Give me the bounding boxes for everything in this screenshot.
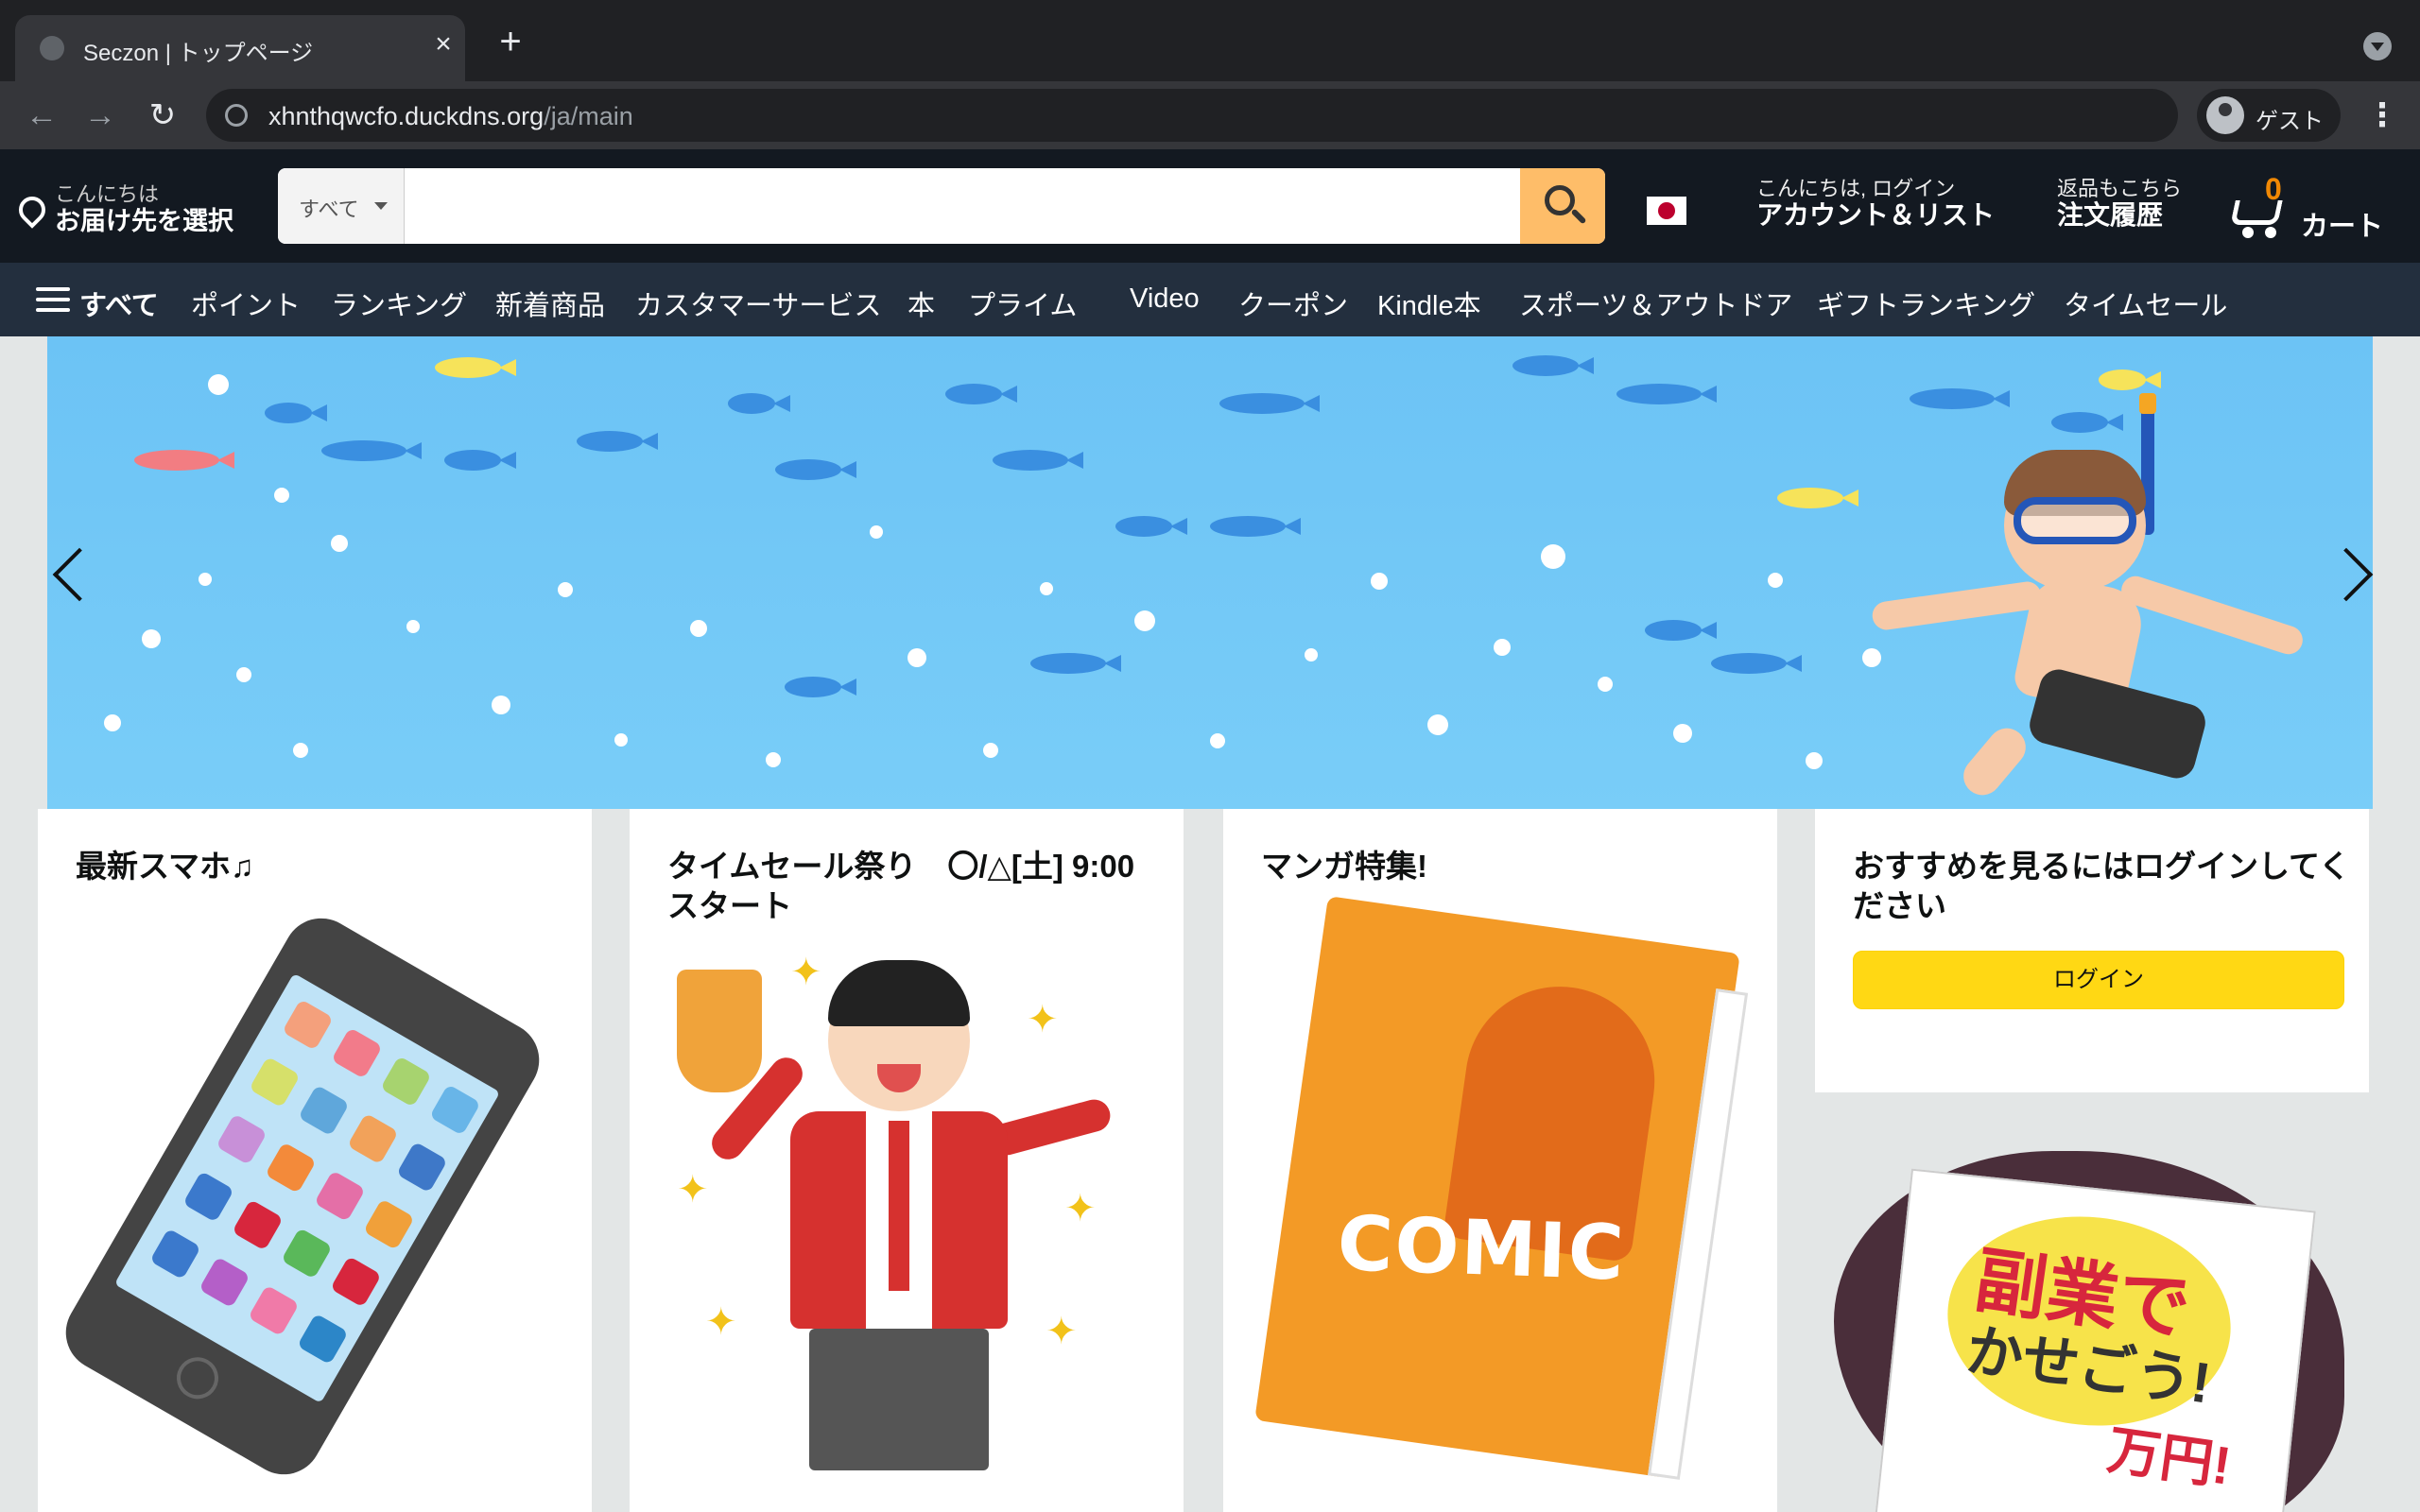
carousel-prev-button[interactable] bbox=[47, 531, 89, 616]
search-bar: すべて bbox=[278, 168, 1605, 244]
search-category-select[interactable]: すべて bbox=[278, 168, 405, 244]
nav-item-prime[interactable]: プライム bbox=[968, 284, 1077, 323]
star-icon: ✦ bbox=[790, 952, 822, 993]
nav-item-coupon[interactable]: クーポン bbox=[1238, 284, 1348, 323]
nav-item-kindle[interactable]: Kindle本 bbox=[1377, 284, 1481, 323]
account-menu[interactable]: こんにちは, ログイン アカウント＆リスト bbox=[1756, 178, 1995, 231]
cart-icon bbox=[2230, 200, 2283, 225]
language-flag-icon[interactable] bbox=[1647, 197, 1686, 225]
browser-toolbar: ← → ↻ xhnthqwcfo.duckdns.org/ja/main ゲスト… bbox=[0, 81, 2420, 149]
smartphone-image[interactable] bbox=[52, 904, 553, 1488]
card-title: おすすめを見るにはログインしてください bbox=[1853, 849, 2351, 923]
profile-button[interactable]: ゲスト bbox=[2197, 89, 2341, 142]
cart-label: カート bbox=[2301, 212, 2384, 242]
diver-illustration bbox=[1834, 393, 2363, 803]
search-input[interactable] bbox=[405, 168, 1514, 244]
card-manga[interactable]: マンガ特集! COMIC bbox=[1223, 809, 1777, 1512]
nav-item-books[interactable]: 本 bbox=[908, 284, 935, 323]
trophy-icon bbox=[677, 970, 762, 1092]
search-icon bbox=[1545, 185, 1575, 215]
site-header: こんにちは お届け先を選択 すべて こんにちは, ログイン アカウント＆リスト … bbox=[0, 149, 2420, 263]
browser-tab[interactable]: Seczon | トップページ × bbox=[15, 15, 465, 81]
star-icon: ✦ bbox=[677, 1169, 709, 1211]
kebab-icon[interactable]: ⋮ bbox=[2363, 96, 2401, 134]
returns-label: 返品もこちら bbox=[2057, 177, 2183, 200]
star-icon: ✦ bbox=[1046, 1311, 1078, 1352]
star-icon: ✦ bbox=[1064, 1188, 1097, 1229]
profile-label: ゲスト bbox=[2256, 109, 2324, 134]
browser-tab-bar: Seczon | トップページ × + bbox=[0, 0, 2420, 81]
account-greeting: こんにちは, ログイン bbox=[1756, 177, 1956, 200]
star-icon: ✦ bbox=[1027, 999, 1059, 1040]
nav-item-customer-service[interactable]: カスタマーサービス bbox=[635, 284, 881, 323]
login-button[interactable]: ログイン bbox=[1853, 951, 2344, 1009]
star-icon: ✦ bbox=[705, 1301, 737, 1343]
nav-item-gift-ranking[interactable]: ギフトランキング bbox=[1817, 284, 2035, 323]
search-button[interactable] bbox=[1520, 168, 1605, 244]
orders-label: 注文履歴 bbox=[2057, 200, 2164, 230]
close-icon[interactable]: × bbox=[427, 28, 459, 60]
back-icon[interactable]: ← bbox=[21, 94, 62, 136]
nav-item-video[interactable]: Video bbox=[1130, 284, 1200, 315]
nav-item-ranking[interactable]: ランキング bbox=[331, 284, 467, 323]
home-button-icon bbox=[168, 1349, 227, 1407]
nav-all[interactable]: すべて bbox=[79, 284, 159, 323]
card-login-prompt: おすすめを見るにはログインしてください ログイン bbox=[1815, 809, 2369, 1092]
card-title: タイムセール祭り 〇/△[土] 9:00スタート bbox=[667, 849, 1135, 923]
chevron-down-icon[interactable] bbox=[2363, 32, 2392, 60]
reload-icon[interactable]: ↻ bbox=[142, 94, 183, 136]
nav-item-time-sale[interactable]: タイムセール bbox=[2064, 284, 2227, 323]
cart-button[interactable]: 0 カート bbox=[2227, 172, 2397, 244]
globe-icon bbox=[40, 36, 64, 60]
carousel-next-button[interactable] bbox=[2331, 531, 2373, 616]
card-title: マンガ特集! bbox=[1261, 849, 1427, 884]
nav-item-new[interactable]: 新着商品 bbox=[495, 284, 605, 323]
comic-book-image[interactable]: COMIC bbox=[1254, 896, 1749, 1480]
orders-menu[interactable]: 返品もこちら 注文履歴 bbox=[2057, 178, 2182, 231]
card-smartphones[interactable]: 最新スマホ♫ bbox=[38, 809, 592, 1512]
globe-icon bbox=[225, 104, 248, 127]
tab-title: Seczon | トップページ bbox=[83, 41, 314, 66]
card-time-sale[interactable]: タイムセール祭り 〇/△[土] 9:00スタート ✦ ✦ ✦ ✦ ✦ ✦ bbox=[630, 809, 1184, 1512]
address-bar[interactable]: xhnthqwcfo.duckdns.org/ja/main bbox=[206, 89, 2178, 142]
location-pin-icon bbox=[13, 191, 51, 229]
plus-icon[interactable]: + bbox=[492, 23, 529, 60]
forward-icon[interactable]: → bbox=[79, 94, 121, 136]
nav-item-points[interactable]: ポイント bbox=[191, 284, 301, 323]
hero-banner[interactable] bbox=[47, 336, 2373, 809]
category-nav: すべて ポイント ランキング 新着商品 カスタマーサービス 本 プライム Vid… bbox=[0, 263, 2420, 336]
comic-cover-text: COMIC bbox=[1336, 1199, 1628, 1297]
side-job-ad-image[interactable]: 副業で かせごう! 万円! bbox=[1834, 1151, 2344, 1512]
url-text[interactable]: xhnthqwcfo.duckdns.org/ja/main bbox=[268, 102, 633, 131]
deliver-to-button[interactable]: こんにちは お届け先を選択 bbox=[13, 178, 246, 235]
nav-item-sports-outdoor[interactable]: スポーツ＆アウトドア bbox=[1519, 284, 1792, 323]
avatar bbox=[2206, 96, 2244, 134]
deliver-label: お届け先を選択 bbox=[55, 207, 233, 235]
card-title: 最新スマホ♫ bbox=[76, 849, 254, 884]
account-label: アカウント＆リスト bbox=[1756, 200, 1996, 230]
hamburger-menu-icon[interactable] bbox=[36, 285, 70, 314]
